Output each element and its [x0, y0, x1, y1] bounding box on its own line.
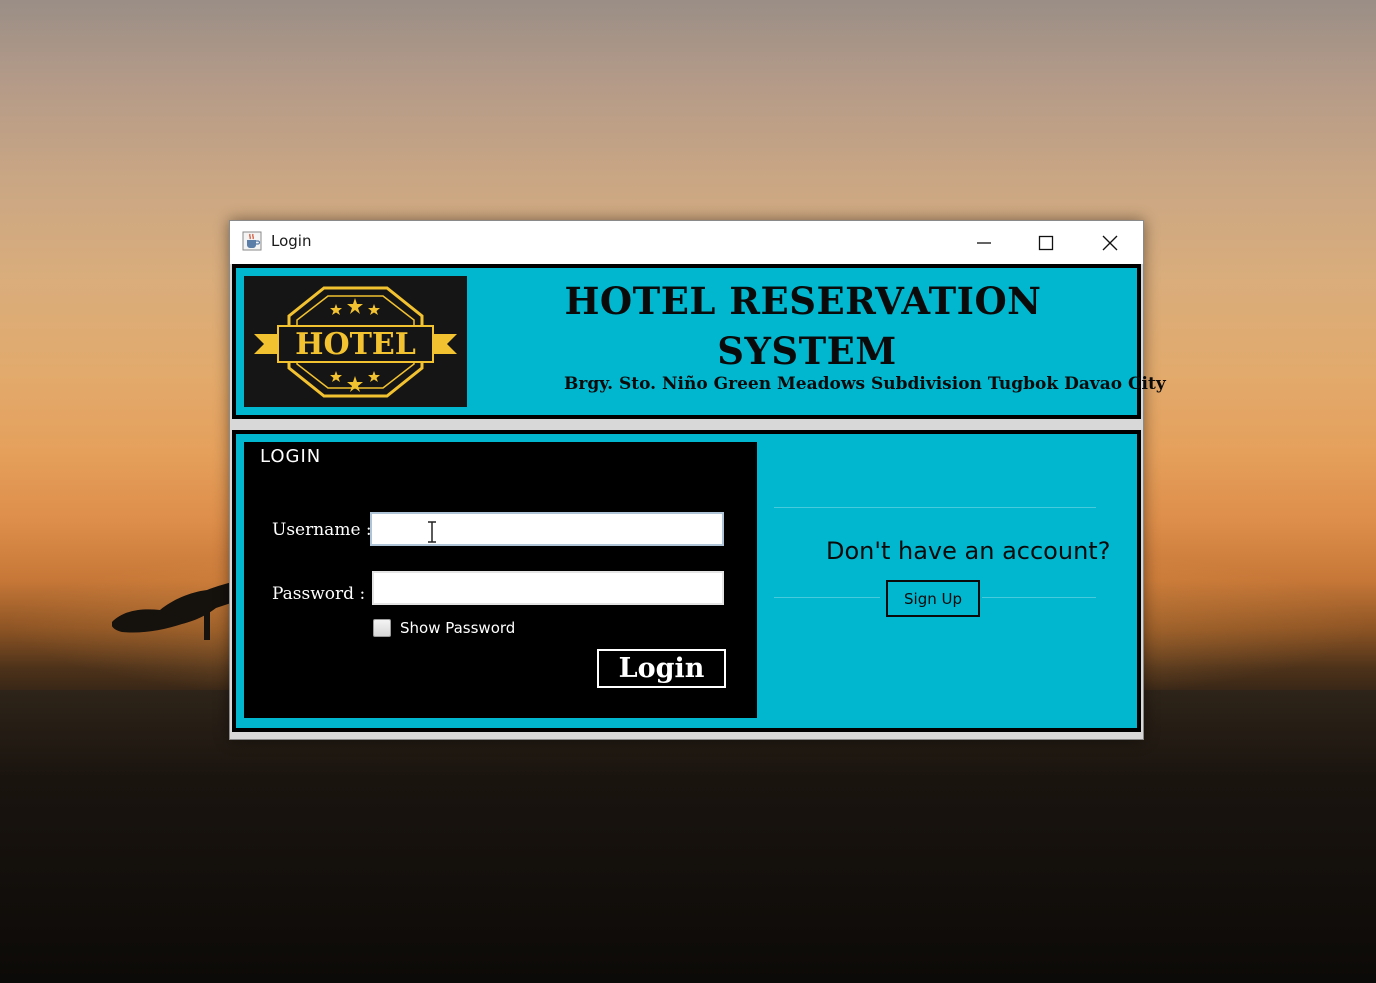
no-account-text: Don't have an account? [826, 537, 1111, 565]
login-window: Login HOTEL HOTEL RESERVATION SYSTEM Brg… [229, 220, 1166, 740]
close-icon [1102, 235, 1118, 250]
logo-text: HOTEL [295, 327, 416, 362]
login-button[interactable]: Login [597, 649, 726, 688]
maximize-button[interactable] [1015, 221, 1077, 264]
window-title: Login [271, 232, 312, 250]
divider-left [774, 597, 880, 598]
app-title-line2: SYSTEM [717, 329, 897, 373]
maximize-icon [1038, 235, 1054, 250]
header-banner: HOTEL HOTEL RESERVATION SYSTEM Brgy. Sto… [232, 264, 1166, 419]
java-cup-icon [242, 231, 262, 251]
minimize-icon [977, 241, 991, 244]
username-input[interactable] [370, 512, 724, 546]
login-heading: LOGIN [260, 446, 322, 467]
username-label: Username : [272, 520, 372, 540]
password-label: Password : [272, 584, 366, 604]
divider-top [774, 507, 1096, 508]
show-password-label[interactable]: Show Password [400, 619, 515, 637]
app-title-line1: HOTEL RESERVATION [564, 279, 1042, 323]
divider-right [982, 597, 1096, 598]
hotel-badge-icon: HOTEL [254, 286, 457, 398]
password-input[interactable] [372, 571, 724, 605]
text-cursor-icon [428, 521, 436, 543]
close-button[interactable] [1079, 221, 1141, 264]
minimize-button[interactable] [953, 221, 1015, 264]
show-password-checkbox[interactable] [373, 619, 391, 637]
login-form: LOGIN Username : Password : Show Passwor… [244, 442, 757, 718]
hotel-address: Brgy. Sto. Niño Green Meadows Subdivisio… [564, 374, 1166, 394]
app-title: HOTEL RESERVATION SYSTEM [468, 276, 1138, 376]
body-panel: LOGIN Username : Password : Show Passwor… [232, 430, 1141, 732]
hotel-logo: HOTEL [244, 276, 467, 407]
title-bar[interactable]: Login [230, 221, 1143, 264]
sign-up-button[interactable]: Sign Up [886, 580, 980, 617]
